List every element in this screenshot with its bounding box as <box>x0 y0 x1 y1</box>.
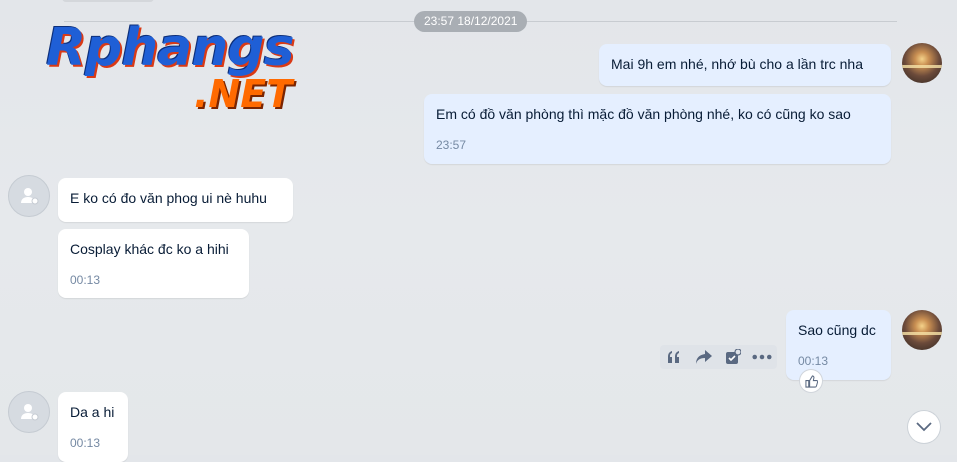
logo-line-2: .NET <box>194 72 293 116</box>
message-time: 00:13 <box>70 273 101 287</box>
chevron-down-icon <box>916 422 932 432</box>
message-bubble-received[interactable]: Da a hi 00:13 <box>58 392 128 462</box>
message-text: E ko có đo văn phog ui nè huhu <box>70 190 267 206</box>
user-placeholder-icon <box>21 188 39 205</box>
contact-avatar[interactable] <box>8 391 50 433</box>
more-icon[interactable] <box>752 347 772 367</box>
message-text: Cosplay khác đc ko a hihi <box>70 241 229 257</box>
message-time: 23:57 <box>436 138 467 152</box>
reaction-button[interactable] <box>800 370 822 392</box>
message-bubble-sent[interactable]: Mai 9h em nhé, nhớ bù cho a lần trc nha <box>599 44 891 86</box>
watermark-logo: Rphangs .NET <box>46 18 338 118</box>
sender-avatar[interactable] <box>902 310 942 350</box>
forward-icon[interactable] <box>694 347 714 367</box>
message-time: 00:13 <box>798 354 829 368</box>
task-icon[interactable] <box>723 347 743 367</box>
message-bubble-received[interactable]: E ko có đo văn phog ui nè huhu <box>58 178 293 222</box>
message-action-toolbar <box>660 345 777 369</box>
thumbs-up-icon <box>804 374 818 388</box>
message-text: Em có đồ văn phòng thì mặc đồ văn phòng … <box>436 106 851 122</box>
message-text: Sao cũng dc <box>798 322 876 338</box>
logo-line-1: Rphangs <box>46 18 295 78</box>
previous-message-edge <box>62 0 154 2</box>
user-placeholder-icon <box>21 404 39 421</box>
message-bubble-sent[interactable]: Em có đồ văn phòng thì mặc đồ văn phòng … <box>424 94 891 164</box>
date-separator: 23:57 18/12/2021 <box>414 11 528 32</box>
message-text: Mai 9h em nhé, nhớ bù cho a lần trc nha <box>611 56 863 72</box>
message-text: Da a hi <box>70 404 115 420</box>
message-time: 00:13 <box>70 436 101 450</box>
message-bubble-received[interactable]: Cosplay khác đc ko a hihi 00:13 <box>58 229 249 298</box>
quote-icon[interactable] <box>665 347 685 367</box>
scroll-to-bottom-button[interactable] <box>908 411 940 443</box>
message-bubble-sent[interactable]: Sao cũng dc 00:13 <box>786 310 891 380</box>
contact-avatar[interactable] <box>8 175 50 217</box>
sender-avatar[interactable] <box>902 43 942 83</box>
